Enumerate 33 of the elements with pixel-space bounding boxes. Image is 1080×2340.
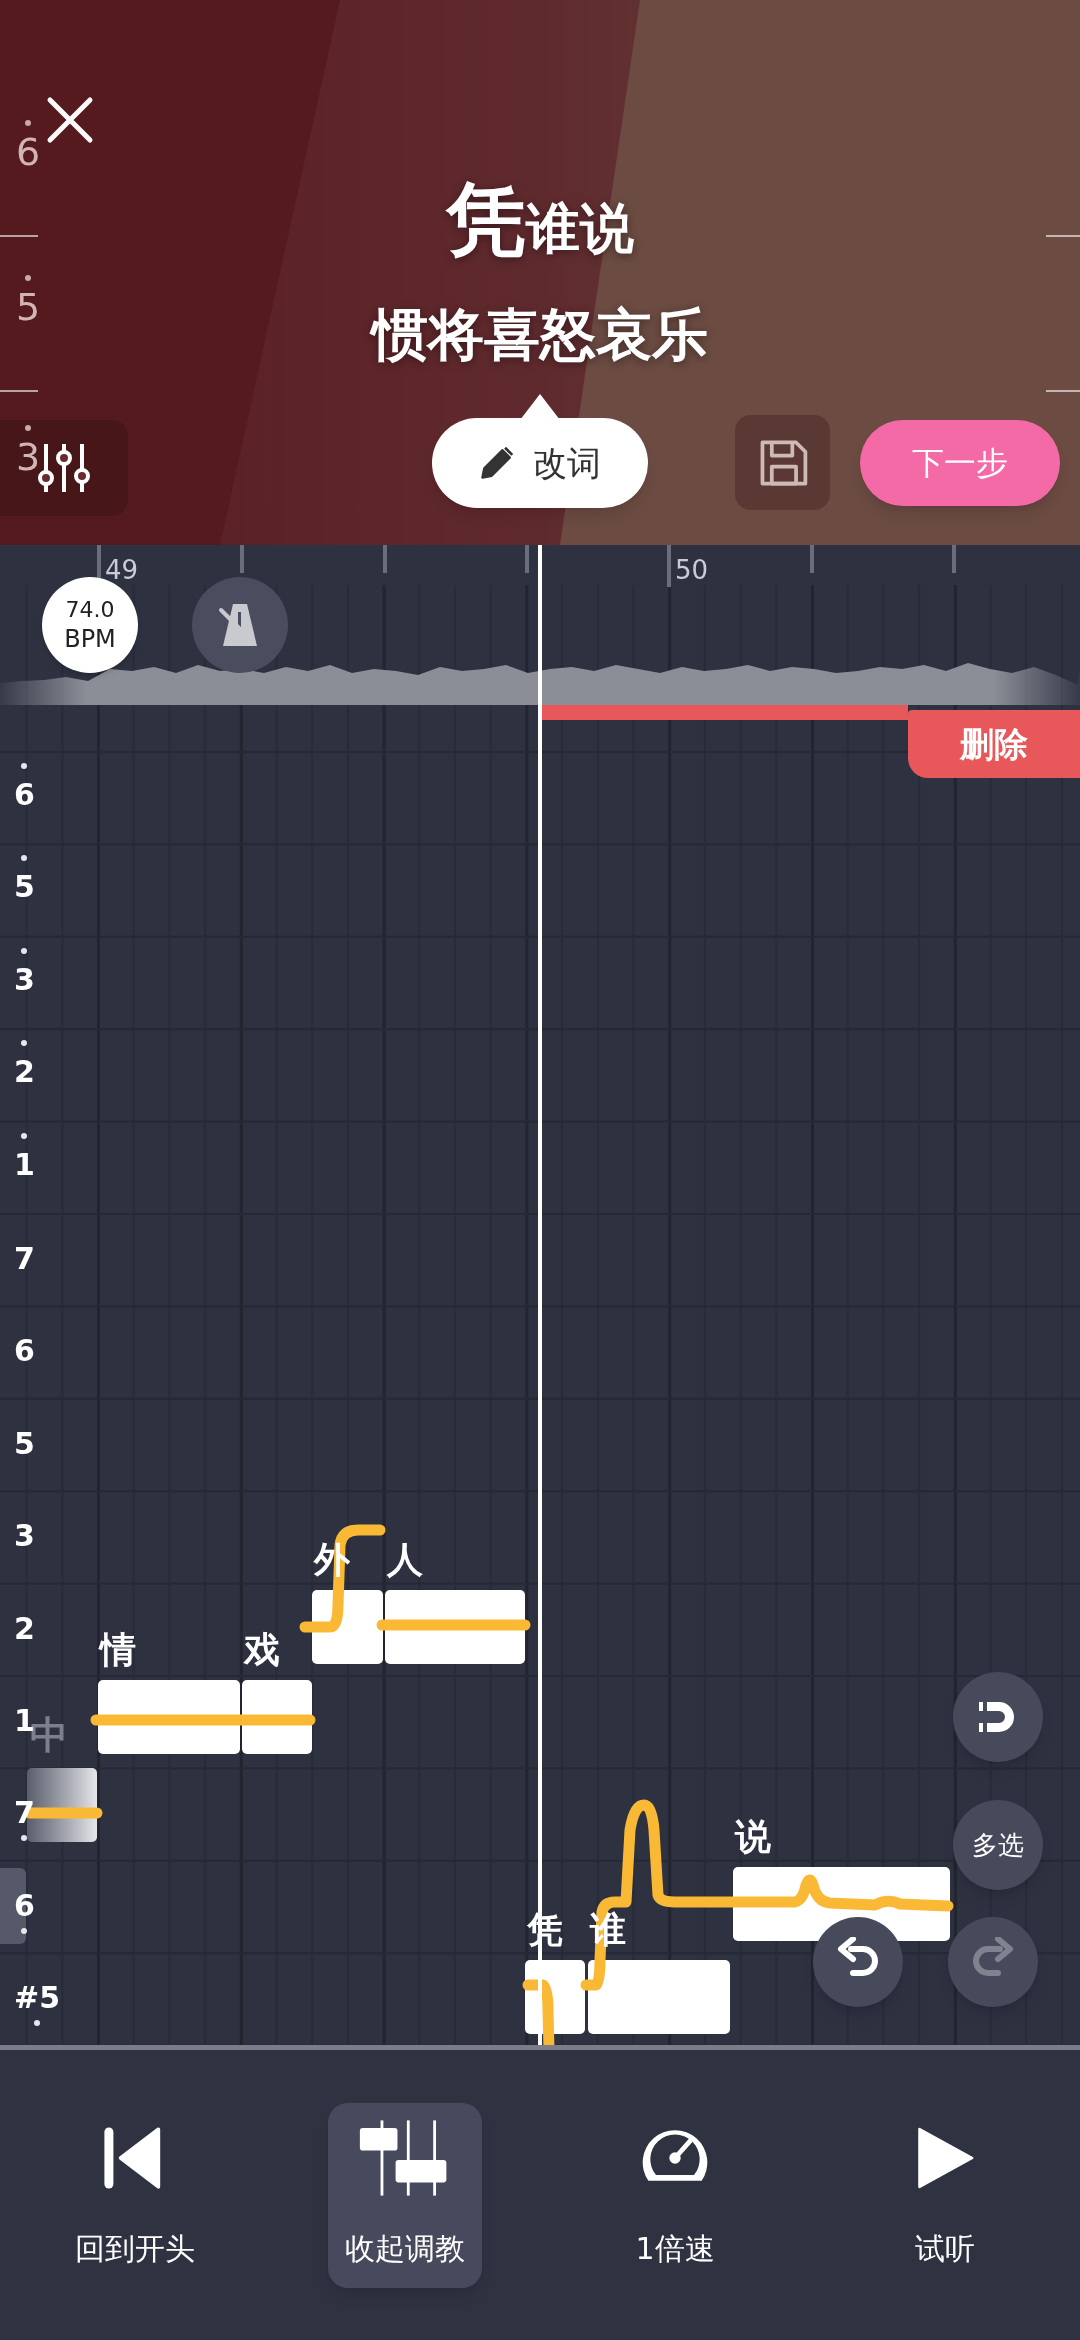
- pitch-label: #5: [14, 1979, 60, 2018]
- pitch-label: 2: [14, 1609, 35, 1648]
- note-lyric: 说: [735, 1817, 771, 1857]
- pitch-label: 5: [14, 1424, 35, 1463]
- pitch-label: 2: [14, 1053, 35, 1092]
- note-lyric: 人: [387, 1540, 423, 1580]
- pitch-label: 3: [14, 960, 35, 999]
- pencil-icon: [479, 445, 515, 481]
- pitch-label: 3: [14, 1517, 35, 1556]
- pitch-label: 6: [14, 1886, 35, 1925]
- bar-number: 50: [675, 554, 709, 587]
- toolbar-button[interactable]: 回到开头: [58, 2102, 212, 2288]
- toolbar-button[interactable]: 1倍速: [598, 2102, 752, 2288]
- multi-select-button[interactable]: 多选: [953, 1800, 1043, 1890]
- note-lyric: 情: [100, 1630, 136, 1670]
- pitch-label: 3: [16, 437, 41, 477]
- close-icon[interactable]: [45, 95, 95, 145]
- pitch-label: 6: [14, 776, 35, 814]
- pitch-label: 1: [14, 1145, 35, 1184]
- pitch-label: 6: [14, 1332, 35, 1371]
- lyric-line: 凭谁说: [446, 172, 634, 268]
- mixer-button[interactable]: [0, 420, 128, 516]
- pitch-label: 5: [14, 868, 35, 907]
- pitch-label: 7: [14, 1794, 35, 1833]
- pitch-label: 5: [16, 287, 41, 327]
- toolbar-button[interactable]: 试听: [868, 2102, 1022, 2288]
- note-lyric: 戏: [244, 1630, 280, 1670]
- toolbar-button[interactable]: 收起调教: [328, 2102, 482, 2288]
- delete-button[interactable]: 删除: [908, 710, 1080, 778]
- edit-lyrics-button[interactable]: 改词: [432, 418, 648, 508]
- save-button[interactable]: [735, 415, 830, 510]
- pitch-label: 7: [14, 1240, 35, 1278]
- pitch-label: 6: [16, 132, 41, 172]
